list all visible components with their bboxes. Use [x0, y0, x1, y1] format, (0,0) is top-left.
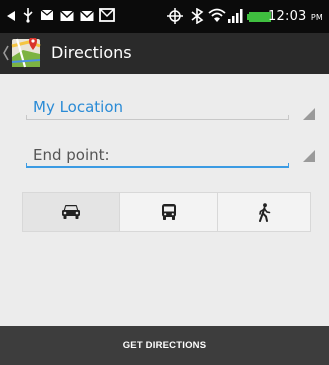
end-field-underline	[26, 163, 289, 168]
notification-icon	[7, 11, 15, 21]
status-time: 12:03 PM	[268, 9, 323, 24]
maps-app-icon[interactable]	[11, 38, 41, 68]
status-bar: 12:03 PM	[0, 0, 329, 33]
mail-icon	[40, 9, 54, 20]
page-title: Directions	[51, 43, 132, 62]
action-bar: Directions	[0, 33, 329, 74]
signal-icon	[228, 9, 243, 23]
start-point-value: My Location	[33, 98, 124, 116]
gmail-icon	[60, 10, 74, 21]
wifi-icon	[208, 8, 226, 22]
message-icon	[99, 8, 115, 22]
back-chevron-icon[interactable]	[2, 44, 10, 62]
travel-mode-selector	[22, 192, 311, 232]
start-field-underline	[26, 115, 289, 120]
end-field-dropdown-icon[interactable]	[303, 150, 315, 162]
tab-car[interactable]	[23, 193, 119, 231]
start-point-field[interactable]: My Location	[26, 92, 289, 120]
start-field-dropdown-icon[interactable]	[303, 108, 315, 120]
car-icon	[62, 205, 80, 219]
gps-icon	[167, 8, 183, 24]
gmail-icon	[80, 10, 94, 21]
get-directions-button[interactable]: GET DIRECTIONS	[0, 326, 329, 365]
end-point-field[interactable]: End point:	[26, 140, 289, 168]
bus-icon	[161, 204, 176, 220]
tab-transit[interactable]	[119, 193, 218, 231]
tab-walk[interactable]	[216, 193, 312, 231]
bluetooth-icon	[191, 8, 204, 24]
walk-icon	[259, 202, 271, 222]
usb-icon	[23, 8, 33, 23]
end-point-placeholder: End point:	[33, 146, 110, 164]
